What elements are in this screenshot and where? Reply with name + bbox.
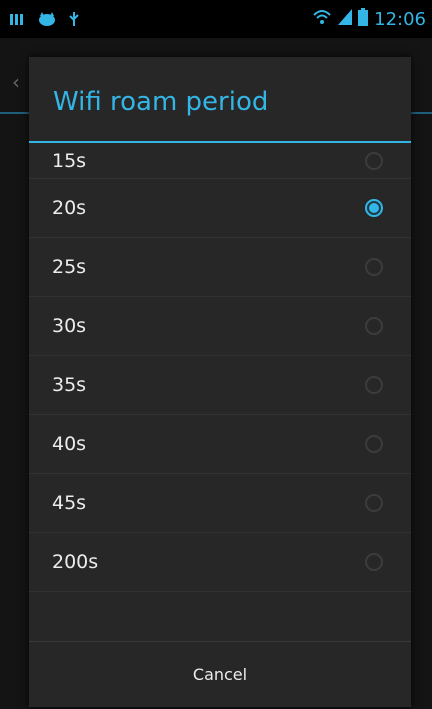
radio-button[interactable]: [365, 376, 383, 394]
option-row[interactable]: 45s: [29, 474, 411, 533]
option-row[interactable]: 200s: [29, 533, 411, 592]
dialog-title: Wifi roam period: [53, 87, 269, 117]
radio-button[interactable]: [365, 151, 383, 170]
back-chevron-icon: ‹: [12, 70, 20, 94]
cat-icon: [38, 11, 56, 30]
option-row[interactable]: 30s: [29, 297, 411, 356]
single-choice-dialog: Wifi roam period 15s 20s 25s 30s 35s 40s…: [29, 57, 411, 707]
options-list: 15s 20s 25s 30s 35s 40s 45s 200s: [29, 143, 411, 592]
battery-icon: [358, 8, 369, 30]
wifi-icon: [312, 9, 332, 29]
usb-icon: [68, 10, 80, 30]
status-time: 12:06: [374, 8, 426, 30]
option-label: 40s: [52, 433, 87, 455]
option-label: 45s: [52, 492, 87, 514]
radio-button[interactable]: [365, 494, 383, 512]
option-label: 15s: [52, 149, 87, 172]
status-left: [10, 10, 80, 30]
bars-icon: [10, 11, 26, 30]
cancel-button[interactable]: Cancel: [29, 641, 411, 707]
option-label: 20s: [52, 197, 87, 219]
radio-button-checked[interactable]: [365, 199, 383, 217]
status-right: 12:06: [312, 8, 426, 30]
radio-dot: [369, 203, 379, 213]
option-row[interactable]: 20s: [29, 179, 411, 238]
option-row[interactable]: 35s: [29, 356, 411, 415]
option-row[interactable]: 15s: [29, 143, 411, 179]
radio-button[interactable]: [365, 317, 383, 335]
radio-button[interactable]: [365, 553, 383, 571]
option-label: 35s: [52, 374, 87, 396]
option-row[interactable]: 40s: [29, 415, 411, 474]
signal-icon: [338, 9, 353, 29]
radio-button[interactable]: [365, 435, 383, 453]
status-bar: 12:06: [0, 0, 432, 38]
option-row[interactable]: 25s: [29, 238, 411, 297]
option-label: 25s: [52, 256, 87, 278]
option-label: 200s: [52, 551, 99, 573]
radio-button[interactable]: [365, 258, 383, 276]
option-label: 30s: [52, 315, 87, 337]
